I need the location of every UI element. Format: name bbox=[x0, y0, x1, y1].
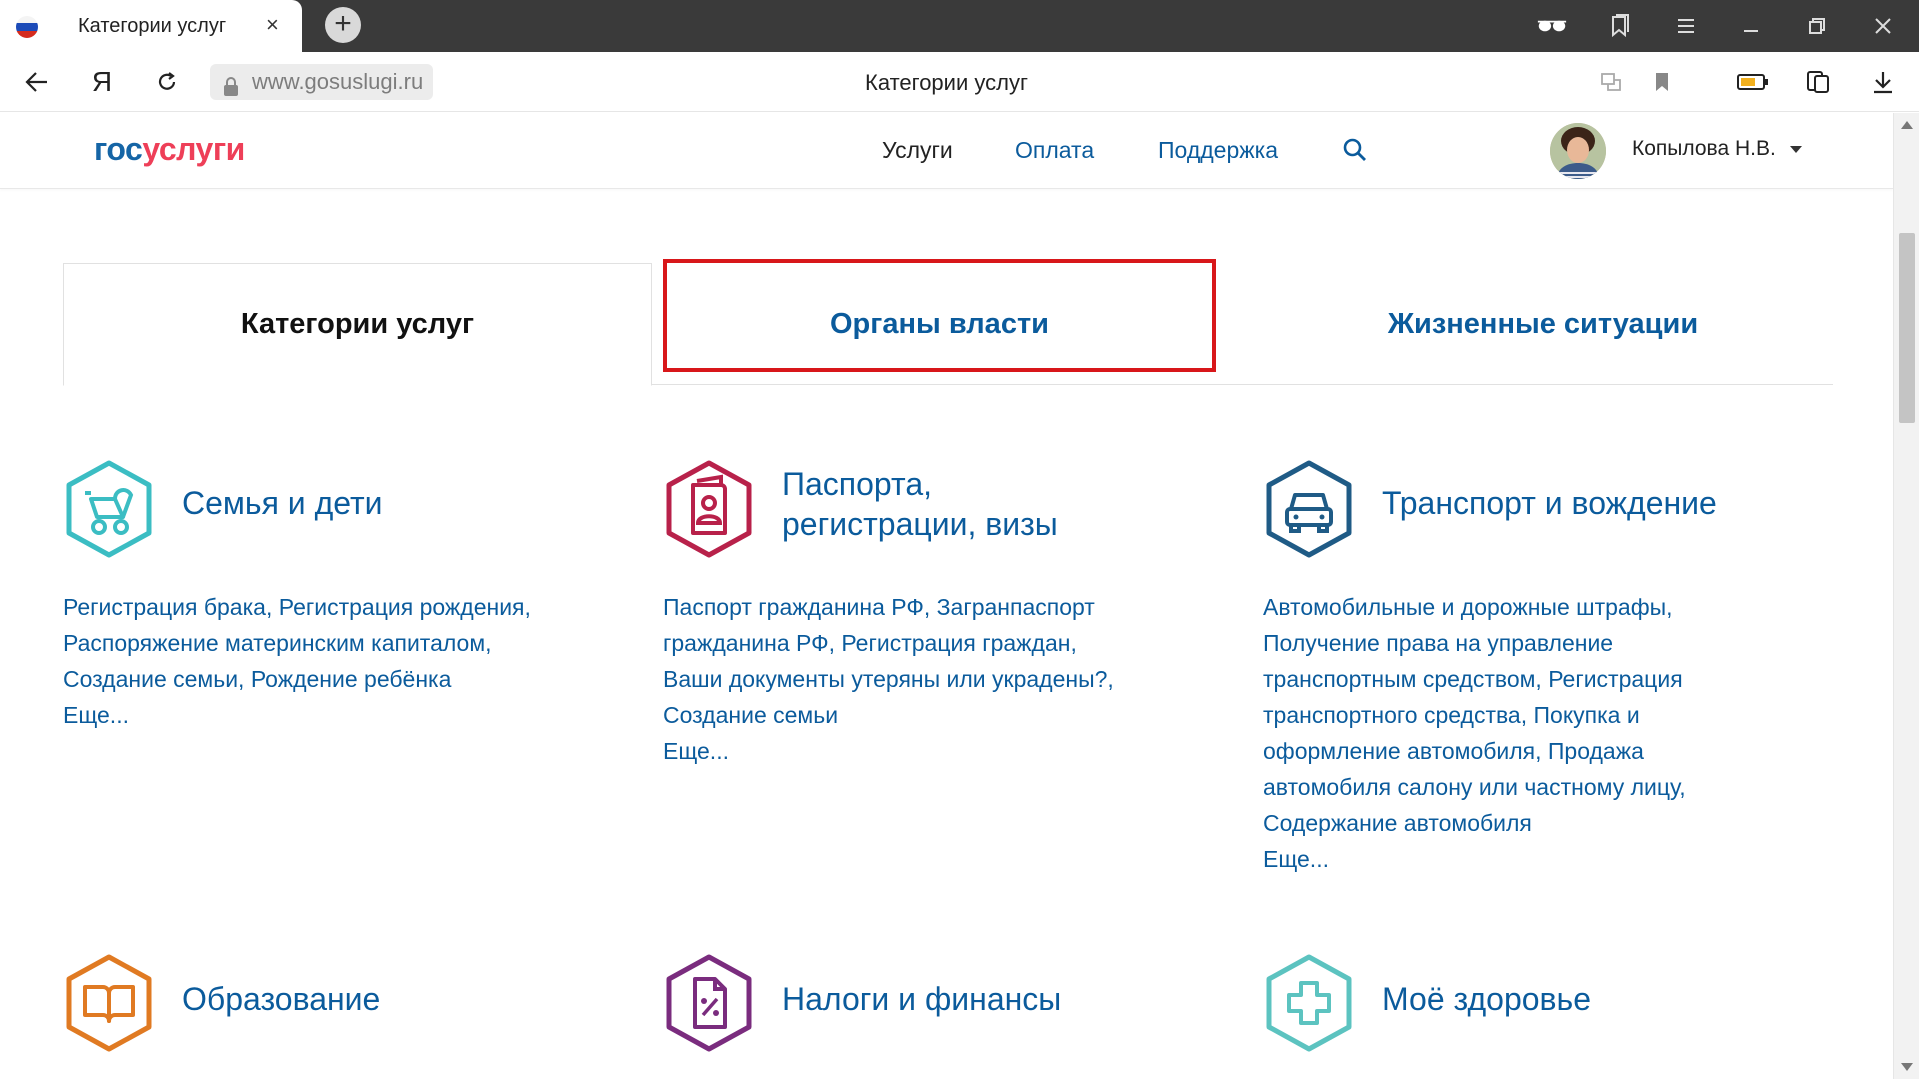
category-links-text[interactable]: Паспорт гражданина РФ, Загранпаспорт гра… bbox=[663, 589, 1114, 733]
tab-life-situations[interactable]: Жизненные ситуации bbox=[1253, 263, 1833, 385]
bookmarks-panel-icon[interactable] bbox=[1605, 12, 1635, 40]
bookmark-icon[interactable] bbox=[1645, 66, 1679, 98]
category-title[interactable]: Транспорт и вождение bbox=[1382, 483, 1717, 523]
medical-cross-icon[interactable] bbox=[1263, 953, 1355, 1053]
more-link[interactable]: Еще... bbox=[63, 697, 531, 733]
category-links-text[interactable]: Автомобильные и дорожные штрафы, Получен… bbox=[1263, 589, 1686, 841]
book-icon[interactable] bbox=[63, 953, 155, 1053]
stroller-icon[interactable] bbox=[63, 459, 155, 559]
address-bar: Я www.gosuslugi.ru Категории услуг bbox=[0, 52, 1919, 112]
user-name[interactable]: Копылова Н.В. bbox=[1632, 137, 1776, 161]
vertical-scrollbar[interactable] bbox=[1893, 113, 1919, 1079]
category-links: Паспорт гражданина РФ, Загранпаспорт гра… bbox=[663, 589, 1114, 769]
category-transport: Транспорт и вождение Автомобильные и дор… bbox=[1263, 459, 1823, 879]
close-window-icon[interactable] bbox=[1868, 12, 1898, 40]
category-links-text[interactable]: Регистрация брака, Регистрация рождения,… bbox=[63, 589, 531, 697]
category-title[interactable]: Налоги и финансы bbox=[782, 979, 1061, 1019]
site-header: госуслуги Услуги Оплата Поддержка Копыло… bbox=[0, 113, 1893, 189]
translate-icon[interactable] bbox=[1594, 66, 1628, 98]
category-title[interactable]: Образование bbox=[182, 979, 380, 1019]
category-passports: Паспорта, регистрации, визы Паспорт граж… bbox=[663, 459, 1223, 799]
menu-payment[interactable]: Оплата bbox=[1015, 137, 1094, 164]
tab-service-categories[interactable]: Категории услуг bbox=[63, 263, 652, 386]
battery-icon[interactable] bbox=[1736, 66, 1770, 98]
passport-icon[interactable] bbox=[663, 459, 755, 559]
avatar[interactable] bbox=[1550, 123, 1606, 179]
category-title[interactable]: Моё здоровье bbox=[1382, 979, 1591, 1019]
scroll-down-arrow-icon[interactable] bbox=[1901, 1063, 1913, 1071]
gosuslugi-logo[interactable]: госуслуги bbox=[94, 131, 245, 168]
category-links: Регистрация брака, Регистрация рождения,… bbox=[63, 589, 531, 733]
more-link[interactable]: Еще... bbox=[663, 733, 1114, 769]
menu-services[interactable]: Услуги bbox=[882, 137, 953, 164]
scrollbar-thumb[interactable] bbox=[1899, 233, 1915, 423]
more-link[interactable]: Еще... bbox=[1263, 841, 1686, 877]
chevron-down-icon[interactable] bbox=[1790, 146, 1802, 153]
collections-icon[interactable] bbox=[1801, 66, 1835, 98]
highlight-box bbox=[663, 259, 1216, 372]
car-icon[interactable] bbox=[1263, 459, 1355, 559]
new-tab-button[interactable]: + bbox=[325, 7, 361, 43]
category-health: Моё здоровье bbox=[1263, 953, 1823, 1063]
browser-tab-bar: Категории услуг × + bbox=[0, 0, 1919, 52]
category-links: Автомобильные и дорожные штрафы, Получен… bbox=[1263, 589, 1686, 877]
category-title[interactable]: Паспорта, регистрации, визы bbox=[782, 464, 1058, 544]
category-title[interactable]: Семья и дети bbox=[182, 483, 383, 523]
category-education: Образование bbox=[63, 953, 623, 1063]
category-tabs: Категории услуг Органы власти Жизненные … bbox=[63, 259, 1833, 386]
menu-icon[interactable] bbox=[1671, 12, 1701, 40]
reader-mode-icon[interactable] bbox=[1537, 12, 1567, 40]
russia-flag-icon bbox=[16, 16, 38, 38]
restore-icon[interactable] bbox=[1802, 12, 1832, 40]
close-tab-icon[interactable]: × bbox=[266, 12, 279, 38]
category-family: Семья и дети Регистрация брака, Регистра… bbox=[63, 459, 623, 759]
search-icon[interactable] bbox=[1342, 137, 1368, 168]
tab-authorities[interactable]: Органы власти bbox=[663, 259, 1216, 385]
minimize-icon[interactable] bbox=[1736, 12, 1766, 40]
scroll-up-arrow-icon[interactable] bbox=[1901, 121, 1913, 129]
menu-support[interactable]: Поддержка bbox=[1158, 137, 1278, 164]
download-icon[interactable] bbox=[1866, 66, 1900, 98]
browser-tab-title: Категории услуг bbox=[78, 15, 227, 37]
web-page: госуслуги Услуги Оплата Поддержка Копыло… bbox=[0, 113, 1893, 1079]
category-taxes: Налоги и финансы bbox=[663, 953, 1223, 1063]
tax-document-icon[interactable] bbox=[663, 953, 755, 1053]
browser-tab[interactable]: Категории услуг × bbox=[0, 0, 302, 52]
